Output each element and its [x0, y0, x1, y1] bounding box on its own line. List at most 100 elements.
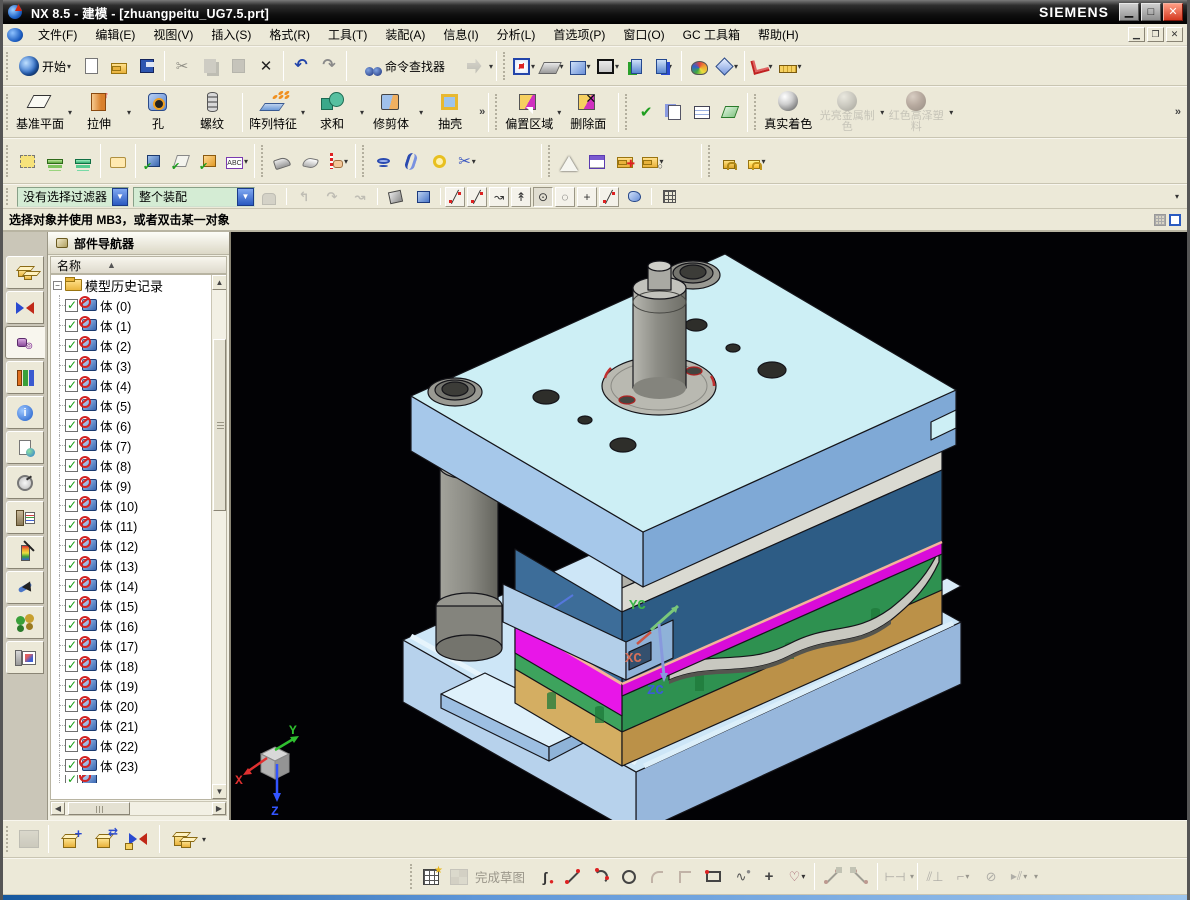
examine-geometry-button[interactable]: ✔: [633, 99, 659, 125]
snap-intersection-button[interactable]: ↟: [511, 187, 531, 207]
chevron-down-icon[interactable]: ▾: [1175, 192, 1179, 201]
quick-trim-button[interactable]: [819, 864, 845, 890]
visualization-tab[interactable]: [6, 536, 44, 569]
toolbar-overflow-chevron[interactable]: »: [479, 106, 485, 118]
new-file-button[interactable]: [78, 53, 104, 79]
scroll-up-icon[interactable]: ▲: [212, 275, 227, 290]
tree-item-row[interactable]: 体 (14): [51, 575, 211, 595]
toolbar-grip[interactable]: [625, 94, 628, 130]
delete-button[interactable]: ✕: [253, 53, 279, 79]
thread-button[interactable]: 螺纹: [186, 89, 238, 135]
chevron-down-icon[interactable]: ▾: [301, 108, 305, 117]
visibility-checkbox[interactable]: [65, 599, 78, 612]
chevron-down-icon[interactable]: ▾: [68, 108, 72, 117]
reuse-library-tab[interactable]: [6, 361, 44, 394]
system-materials-tab[interactable]: [6, 466, 44, 499]
visibility-checkbox[interactable]: [65, 679, 78, 692]
quick-extend-button[interactable]: [847, 864, 873, 890]
menu-item[interactable]: 文件(F): [29, 23, 86, 46]
triangle-mesh-button[interactable]: [556, 148, 582, 174]
background-button[interactable]: ▾: [595, 53, 621, 79]
layer-settings-button[interactable]: [42, 148, 68, 174]
visibility-checkbox[interactable]: [65, 579, 78, 592]
tree-item-row[interactable]: 体 (0): [51, 295, 211, 315]
open-file-button[interactable]: [106, 53, 132, 79]
scrollbar-thumb[interactable]: [68, 802, 130, 815]
toolbar-grip[interactable]: [6, 52, 9, 79]
snap-midpoint-button[interactable]: ╱: [467, 187, 487, 207]
hole-button[interactable]: 孔: [132, 89, 184, 135]
tree-horizontal-scrollbar[interactable]: ◀ ▶: [50, 801, 227, 816]
fit-view-button[interactable]: ▾: [511, 53, 537, 79]
visibility-checkbox[interactable]: [65, 439, 78, 452]
chevron-down-icon[interactable]: ▾: [557, 108, 561, 117]
red-plastic-material-button[interactable]: 红色高泽塑料: [885, 89, 947, 135]
maximize-button[interactable]: □: [1141, 3, 1161, 21]
copy-button[interactable]: [197, 53, 223, 79]
graphics-viewport[interactable]: YC XC ZC Y X Z: [231, 232, 1187, 820]
visibility-checkbox[interactable]: [65, 399, 78, 412]
part-navigator-tab[interactable]: ⊚: [5, 326, 45, 359]
visibility-checkbox[interactable]: [65, 659, 78, 672]
visibility-checkbox[interactable]: [65, 719, 78, 732]
layer-category-button[interactable]: [70, 148, 96, 174]
toolbar-grip[interactable]: [754, 94, 757, 130]
chevron-down-icon[interactable]: ▾: [880, 108, 884, 117]
paste-button[interactable]: [225, 53, 251, 79]
tree-item-row[interactable]: 体 (6): [51, 415, 211, 435]
find-component-button[interactable]: [14, 824, 44, 854]
toolbar-grip[interactable]: [362, 145, 365, 177]
menu-item[interactable]: 信息(I): [434, 23, 487, 46]
chevron-down-icon[interactable]: ▾: [910, 872, 914, 881]
visibility-checkbox[interactable]: [65, 499, 78, 512]
move-component-button[interactable]: ⇄: [87, 824, 119, 854]
menu-item[interactable]: 插入(S): [202, 23, 260, 46]
examine-body-button[interactable]: ✔: [140, 148, 166, 174]
snap-existing-point-button[interactable]: +: [577, 187, 597, 207]
process-studio-tab[interactable]: [6, 501, 44, 534]
draft-analysis-button[interactable]: [269, 148, 295, 174]
toolbar-grip[interactable]: [6, 826, 9, 852]
visibility-checkbox[interactable]: [65, 459, 78, 472]
add-component-button[interactable]: +: [53, 824, 85, 854]
toolbar-grip[interactable]: [6, 145, 9, 177]
visibility-checkbox[interactable]: [65, 739, 78, 752]
collapse-icon[interactable]: −: [53, 281, 62, 290]
circle-button[interactable]: [616, 864, 642, 890]
unlock-feature-button[interactable]: ▾: [744, 148, 770, 174]
tree-root-row[interactable]: − 模型历史记录: [51, 275, 211, 295]
tree-item-row[interactable]: 体 (11): [51, 515, 211, 535]
fillet-button[interactable]: [644, 864, 670, 890]
studio-spline-button[interactable]: ∿●: [728, 864, 754, 890]
visibility-checkbox[interactable]: [65, 519, 78, 532]
check-table-button[interactable]: [689, 99, 715, 125]
datum-plane-button[interactable]: 基准平面: [14, 89, 66, 135]
check-mate-button[interactable]: [661, 99, 687, 125]
tree-item-row[interactable]: 体 (17): [51, 635, 211, 655]
sketch-button[interactable]: ★: [418, 864, 444, 890]
view-sync-button[interactable]: ▾: [714, 53, 740, 79]
tree-item-row[interactable]: 体 (12): [51, 535, 211, 555]
check-views-button[interactable]: [717, 99, 743, 125]
menu-item[interactable]: 分析(L): [488, 23, 545, 46]
window-in-button[interactable]: [623, 53, 649, 79]
toolbar-grip[interactable]: [6, 188, 9, 205]
tree-item-row[interactable]: 体 (15): [51, 595, 211, 615]
tree-item-row[interactable]: 体 (5): [51, 395, 211, 415]
selection-filter-combo[interactable]: 没有选择过滤器 ▼: [17, 187, 129, 207]
snap-cube-button[interactable]: [410, 186, 436, 208]
tree-item-row[interactable]: 体 (16): [51, 615, 211, 635]
chevron-down-icon[interactable]: ▾: [1034, 872, 1038, 881]
tree-item-row[interactable]: 体 (18): [51, 655, 211, 675]
toolbar-grip[interactable]: [708, 145, 711, 177]
doc-minimize-button[interactable]: ▁: [1128, 27, 1145, 42]
chevron-down-icon[interactable]: ▾: [360, 108, 364, 117]
chevron-down-icon[interactable]: ▾: [949, 108, 953, 117]
select-rotate-button[interactable]: ↷: [319, 186, 345, 208]
tree-item-row[interactable]: 体 (20): [51, 695, 211, 715]
visibility-checkbox[interactable]: [65, 559, 78, 572]
window-out-button[interactable]: ▾: [651, 53, 677, 79]
toolbar-grip[interactable]: [410, 864, 413, 889]
chevron-down-icon[interactable]: ▾: [489, 62, 493, 71]
system-scenes-tab[interactable]: [6, 641, 44, 674]
